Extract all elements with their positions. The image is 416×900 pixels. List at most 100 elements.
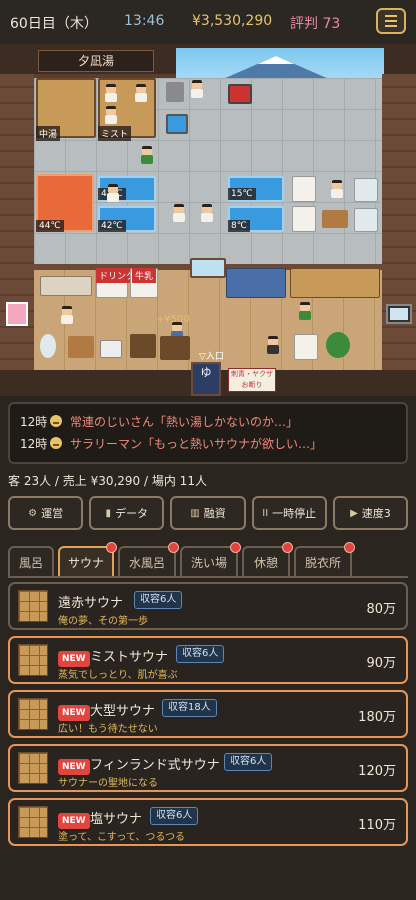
sauna-thumbnail (18, 698, 48, 730)
new-badge: NEW (58, 759, 90, 775)
capacity-tag: 収容6人 (134, 591, 183, 609)
plant[interactable] (326, 332, 350, 358)
capacity-tag: 収容18人 (162, 699, 217, 717)
play-icon: ▶ (350, 507, 358, 519)
capacity-tag: 収容6人 (150, 807, 199, 825)
shop-item-salt-sauna[interactable]: NEW 塩サウナ 収容6人 塗って、こすって、つるつる 110万 (8, 798, 408, 846)
bathhouse-sign: 夕凪湯 (38, 50, 154, 72)
loan-button[interactable]: ▥ 融資 (170, 496, 246, 530)
label-temp-15: 15℃ (228, 188, 256, 200)
float-income: +¥500 (156, 314, 190, 325)
price: 80万 (366, 602, 396, 617)
notification-dot (106, 542, 117, 553)
fan[interactable] (40, 334, 56, 358)
label-chuyu: 中湯 (36, 126, 61, 141)
customer[interactable] (298, 302, 312, 320)
customer[interactable] (106, 184, 120, 202)
customer[interactable] (266, 336, 280, 354)
log-entry: 12時 常連のじいさん「熱い湯しかないのか…」 (20, 414, 299, 429)
angry-face-icon (50, 437, 62, 449)
notification-dot (168, 542, 179, 553)
scale[interactable] (100, 340, 122, 358)
washing-machine[interactable] (294, 334, 318, 360)
menu-button[interactable] (376, 8, 406, 34)
angry-face-icon (50, 415, 62, 427)
tab-washing[interactable]: 洗い場 (180, 542, 241, 576)
sauna-thumbnail (18, 590, 48, 622)
label-temp-8: 8℃ (228, 220, 250, 232)
new-badge: NEW (58, 651, 90, 667)
bathhouse-map[interactable]: 夕凪湯 中湯 ミスト 44℃ 41℃ 42℃ 15℃ 8℃ +¥500 ドリンク (0, 44, 416, 396)
label-entrance-mark: ▽入口 (199, 352, 224, 362)
action-bar: ⚙ 運営 ▮ データ ▥ 融資 II 一時停止 ▶ 速度3 (8, 496, 409, 530)
label-milk: 牛乳 (132, 268, 157, 283)
pause-button[interactable]: II 一時停止 (251, 496, 327, 530)
massage-chair[interactable] (68, 336, 94, 358)
shop-item-finnish-sauna[interactable]: NEW フィンランド式サウナ 収容6人 サウナーの聖地になる 120万 (8, 744, 408, 792)
menu-icon (385, 15, 397, 17)
customer[interactable] (190, 80, 204, 98)
customer[interactable] (134, 84, 148, 102)
right-wall (382, 74, 416, 374)
tab-changing-room[interactable]: 脱衣所 (294, 542, 355, 576)
customer[interactable] (104, 106, 118, 124)
tab-rest[interactable]: 休憩 (242, 542, 293, 576)
bandai-window[interactable] (190, 258, 226, 278)
sauna-thumbnail (18, 644, 48, 676)
tab-cold-bath[interactable]: 水風呂 (118, 542, 179, 576)
customer[interactable] (104, 84, 118, 102)
capacity-tag: 収容6人 (224, 753, 273, 771)
entrance-noren[interactable]: ゆ (191, 362, 221, 396)
shower-station[interactable] (354, 178, 378, 202)
pot-object[interactable] (166, 82, 184, 102)
tab-bath[interactable]: 風呂 (8, 546, 54, 576)
shower-station-2[interactable] (354, 208, 378, 232)
notification-dot (344, 542, 355, 553)
notification-dot (230, 542, 241, 553)
counter[interactable] (40, 276, 92, 296)
sauna-thumbnail (18, 806, 48, 838)
rest-chair-2[interactable] (292, 206, 316, 232)
left-wall (0, 74, 34, 374)
fuji-mural (176, 48, 384, 82)
poster (6, 302, 28, 326)
lockers-blue[interactable] (226, 268, 286, 298)
lockers-wood[interactable] (290, 268, 380, 298)
price: 110万 (358, 818, 396, 833)
speed-button[interactable]: ▶ 速度3 (332, 496, 409, 530)
bench[interactable] (322, 210, 348, 228)
label-temp-42: 42℃ (98, 220, 126, 232)
reputation-display: 評判 73 (290, 16, 341, 32)
customer[interactable] (140, 146, 154, 164)
bookshelf[interactable] (130, 334, 156, 358)
price: 180万 (358, 710, 396, 725)
blue-tub[interactable] (166, 114, 188, 134)
shop-item-far-infrared-sauna[interactable]: 遠赤サウナ 収容6人 俺の夢、その第一歩 80万 (8, 582, 408, 630)
chart-icon: ▮ (105, 507, 112, 519)
bank-icon: ▥ (190, 507, 200, 519)
tab-sauna[interactable]: サウナ (58, 542, 117, 576)
rest-chair-1[interactable] (292, 176, 316, 202)
price: 90万 (366, 656, 396, 671)
daily-stats: 客 23人 / 売上 ¥30,290 / 場内 11人 (8, 474, 207, 488)
gear-icon: ⚙ (28, 507, 38, 519)
facility-tabs: 風呂 サウナ 水風呂 洗い場 休憩 脱衣所 (8, 542, 408, 576)
label-mist: ミスト (98, 126, 132, 141)
no-tattoo-notice: 刺青・ヤクザ お断り (228, 368, 276, 392)
sauna-thumbnail (18, 752, 48, 784)
day-label: 60日目（木） (10, 16, 98, 32)
customer[interactable] (200, 204, 214, 222)
pause-icon: II (262, 507, 269, 519)
tv[interactable] (386, 304, 412, 324)
customer[interactable] (60, 306, 74, 324)
shop-item-mist-sauna[interactable]: NEW ミストサウナ 収容6人 蒸気でしっとり、肌が喜ぶ 90万 (8, 636, 408, 684)
customer[interactable] (330, 180, 344, 198)
manage-button[interactable]: ⚙ 運営 (8, 496, 84, 530)
bandai-desk[interactable] (160, 336, 190, 360)
status-bar: 60日目（木） 13:46 ¥3,530,290 評判 73 (0, 0, 416, 44)
data-button[interactable]: ▮ データ (89, 496, 165, 530)
red-mat[interactable] (228, 84, 252, 104)
customer[interactable] (172, 204, 186, 222)
shop-item-large-sauna[interactable]: NEW 大型サウナ 収容18人 広い！もう待たせない 180万 (8, 690, 408, 738)
capacity-tag: 収容6人 (176, 645, 225, 663)
